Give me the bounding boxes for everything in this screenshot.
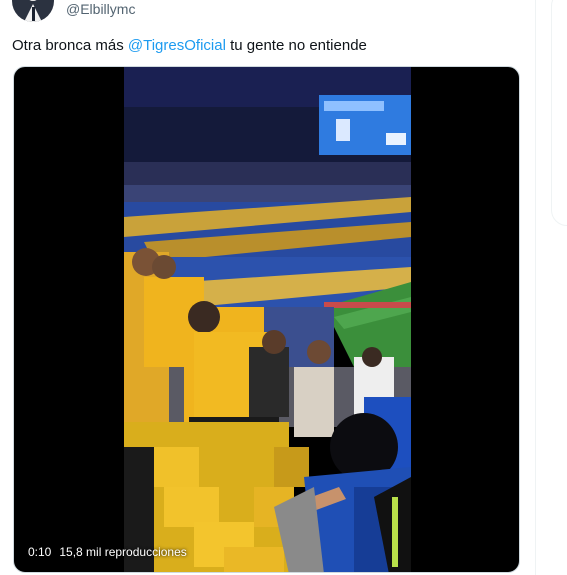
video-player[interactable]: 0:10 15,8 mil reproducciones <box>13 66 520 573</box>
author-handle[interactable]: @Elbillymc <box>66 1 135 17</box>
tweet: @Elbillymc Otra bronca más @TigresOficia… <box>0 0 535 575</box>
sidebar-card <box>551 0 567 226</box>
tweet-text-after: tu gente no entiende <box>225 37 367 54</box>
avatar[interactable] <box>12 0 54 22</box>
tweet-text-before: Otra bronca más <box>12 37 128 54</box>
video-timestamp: 0:10 <box>28 544 52 560</box>
video-meta: 0:10 15,8 mil reproducciones <box>28 544 187 560</box>
mention-link[interactable]: @TigresOficial <box>128 37 226 54</box>
video-frame[interactable] <box>124 67 411 572</box>
view-count: 15,8 mil reproducciones <box>59 545 187 559</box>
column-divider <box>535 0 536 575</box>
tweet-text: Otra bronca más @TigresOficial tu gente … <box>12 36 367 56</box>
stadium-video-still <box>124 67 411 572</box>
